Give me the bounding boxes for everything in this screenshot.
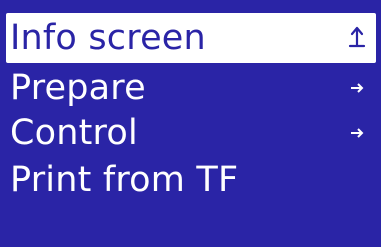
- menu-item-info-screen[interactable]: Info screen: [6, 13, 376, 63]
- menu-item-prepare[interactable]: Prepare: [6, 63, 376, 113]
- back-arrow-icon: [346, 25, 368, 51]
- menu-item-label: Control: [10, 113, 138, 153]
- right-arrow-icon: [346, 120, 368, 146]
- menu-item-label: Prepare: [10, 68, 146, 108]
- menu-item-label: Info screen: [10, 18, 206, 58]
- menu-item-print-from-tf[interactable]: Print from TF: [6, 155, 376, 205]
- menu-item-control[interactable]: Control: [6, 108, 376, 158]
- menu-item-label: Print from TF: [10, 160, 239, 200]
- lcd-menu-screen: Info screen Prepare Control Print from T…: [0, 0, 381, 247]
- right-arrow-icon: [346, 75, 368, 101]
